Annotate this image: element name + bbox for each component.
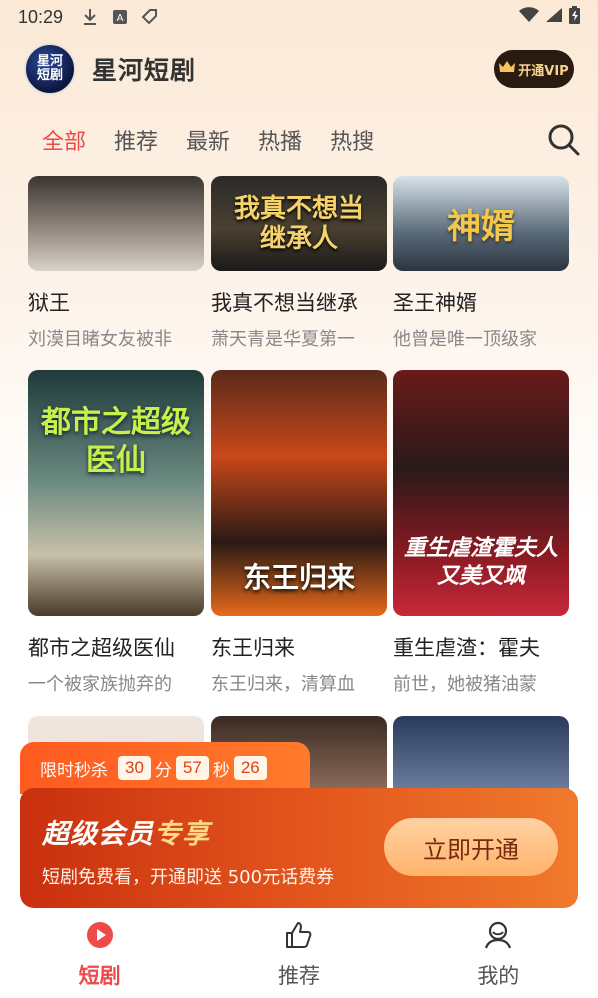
wifi-icon: [519, 6, 539, 28]
drama-poster: 我真不想当继承人: [211, 176, 387, 271]
svg-text:A: A: [117, 13, 124, 24]
tab-recommend[interactable]: 推荐: [114, 124, 158, 156]
countdown-minutes-a: 30: [118, 756, 151, 780]
app-title: 星河短剧: [92, 56, 197, 85]
drama-title: 都市之超级医仙: [28, 636, 175, 660]
drama-desc: 前世，她被猪油蒙: [393, 674, 537, 695]
drama-card[interactable]: 狱王 刘漠目睹女友被非: [28, 176, 204, 351]
status-right: [519, 5, 580, 29]
nav-profile[interactable]: 我的: [399, 908, 598, 998]
signal-icon: [545, 7, 563, 28]
countdown-seconds: 26: [233, 756, 267, 780]
drama-desc: 东王归来，清算血: [211, 674, 355, 695]
drama-title: 东王归来: [211, 636, 295, 660]
tab-latest[interactable]: 最新: [186, 124, 230, 156]
promo-title-highlight: 专享: [154, 819, 210, 850]
poster-title: 我真不想当继承人: [233, 193, 364, 254]
drama-card[interactable]: 东王归来 东王归来 东王归来，清算血: [211, 370, 387, 696]
poster-title: 重生虐渣霍夫人又美又飒: [403, 535, 558, 589]
app-logo: 星河短剧: [24, 43, 76, 95]
nav-profile-label: 我的: [477, 964, 520, 988]
drama-desc: 他曾是唯一顶级家: [393, 329, 537, 350]
nav-recommend-label: 推荐: [277, 964, 320, 988]
drama-card[interactable]: 我真不想当继承人 我真不想当继承 萧天青是华夏第一: [211, 176, 387, 351]
vip-button[interactable]: 开通VIP: [494, 50, 574, 88]
poster-title: 东王归来: [242, 561, 355, 594]
nav-dramas[interactable]: 短剧: [0, 908, 199, 998]
nav-dramas-label: 短剧: [78, 964, 121, 988]
tab-hot[interactable]: 热播: [258, 124, 302, 156]
flash-sale-tag: 限时秒杀 30 分 57 秒 26: [20, 742, 310, 794]
play-icon: [85, 920, 115, 950]
flash-sale-label: 限时秒杀: [40, 760, 108, 781]
drama-card[interactable]: 神婿 圣王神婿 他曾是唯一顶级家: [393, 176, 569, 351]
drama-poster: 神婿: [393, 176, 569, 271]
drama-title: 狱王: [28, 291, 70, 315]
drama-poster: 重生虐渣霍夫人又美又飒: [393, 370, 569, 616]
thumbs-up-icon: [284, 920, 314, 950]
drama-title: 我真不想当继承: [211, 291, 358, 315]
drama-desc: 一个被家族抛弃的: [28, 674, 172, 695]
battery-icon: [569, 5, 580, 29]
user-icon: [483, 920, 513, 950]
nav-recommend[interactable]: 推荐: [199, 908, 398, 998]
crown-icon: [499, 60, 516, 78]
status-bar: 10:29 A: [0, 0, 598, 34]
poster-title: 都市之超级医仙: [41, 405, 191, 478]
logo-text: 星河短剧: [36, 54, 63, 83]
promo-title-main: 超级会员: [42, 819, 154, 850]
app-header: 星河短剧 星河短剧 开通VIP: [0, 38, 598, 100]
tab-trending-search[interactable]: 热搜: [330, 124, 374, 156]
countdown-unit-a: 分: [154, 760, 172, 781]
status-time: 10:29: [18, 6, 64, 27]
download-icon: [81, 8, 99, 26]
tag-icon: [141, 8, 159, 26]
drama-desc: 萧天青是华夏第一: [211, 329, 355, 350]
countdown-minutes-b: 57: [175, 756, 209, 780]
bottom-nav: 短剧 推荐 我的: [0, 908, 598, 998]
vip-promo-banner[interactable]: 超级会员专享 短剧免费看，开通即送 500元话费券 立即开通: [20, 788, 578, 908]
tab-all[interactable]: 全部: [42, 124, 86, 156]
category-tabs: 全部 推荐 最新 热播 热搜: [0, 116, 598, 164]
drama-poster: 都市之超级医仙: [28, 370, 204, 616]
countdown-unit-b: 秒: [212, 760, 230, 781]
drama-desc: 刘漠目睹女友被非: [28, 329, 172, 350]
drama-poster: [28, 176, 204, 271]
drama-title: 圣王神婿: [393, 291, 477, 315]
poster-title: 神婿: [447, 207, 515, 247]
drama-title: 重生虐渣：霍夫: [393, 636, 540, 660]
drama-card[interactable]: 重生虐渣霍夫人又美又飒 重生虐渣：霍夫 前世，她被猪油蒙: [393, 370, 569, 696]
vip-button-label: 开通VIP: [518, 63, 569, 79]
drama-card[interactable]: 都市之超级医仙 都市之超级医仙 一个被家族抛弃的: [28, 370, 204, 696]
drama-poster: 东王归来: [211, 370, 387, 616]
a-icon: A: [111, 8, 129, 26]
search-icon[interactable]: [546, 122, 582, 158]
open-vip-button[interactable]: 立即开通: [384, 818, 558, 876]
